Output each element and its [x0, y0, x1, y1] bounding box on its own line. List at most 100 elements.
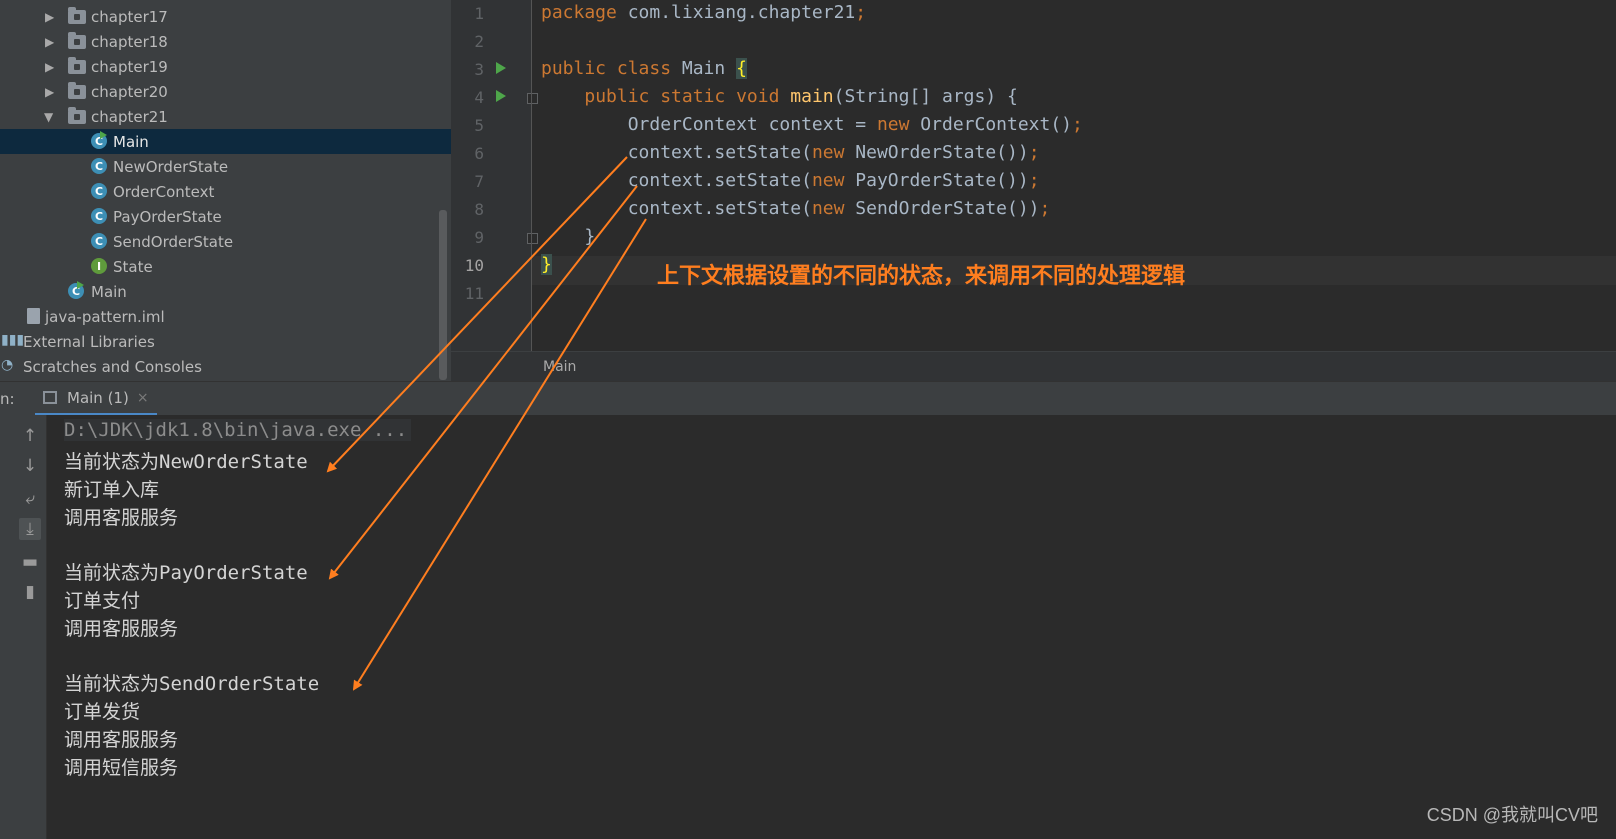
- method-name: main: [790, 86, 834, 107]
- library-icon: ▮▮▮: [1, 332, 25, 348]
- scratches-icon: ◔: [1, 357, 14, 373]
- matched-brace: {: [736, 58, 747, 79]
- console-line: 调用短信服务: [64, 757, 179, 779]
- fold-icon[interactable]: [527, 233, 538, 244]
- keyword: new: [811, 142, 845, 163]
- line-number: 1: [474, 4, 484, 23]
- console-line: 当前状态为PayOrderState: [64, 562, 308, 584]
- soft-wrap-icon[interactable]: ⤶: [19, 488, 41, 510]
- folder-icon: [68, 107, 86, 124]
- expand-arrow-icon[interactable]: ▶: [45, 85, 54, 99]
- tree-scrollbar[interactable]: [439, 210, 447, 380]
- tree-item-label: External Libraries: [23, 332, 155, 351]
- class-run-icon: C: [91, 131, 107, 149]
- tree-class-main-selected[interactable]: C Main: [0, 129, 451, 154]
- line-number: 8: [474, 200, 484, 219]
- folder-icon: [68, 57, 86, 74]
- run-class-icon[interactable]: [496, 62, 506, 74]
- collapse-arrow-icon[interactable]: ▼: [44, 110, 53, 124]
- console-line: 调用客服服务: [64, 729, 179, 751]
- code-line-3: public class Main {: [541, 58, 747, 79]
- console-line: 订单发货: [64, 701, 141, 723]
- run-toolbar-strip: [0, 415, 14, 839]
- tree-item-label: PayOrderState: [113, 207, 222, 226]
- tree-item-label: chapter21: [91, 107, 168, 126]
- semicolon: ;: [855, 2, 867, 23]
- tree-item-label: chapter20: [91, 82, 168, 101]
- tree-class-main[interactable]: C Main: [0, 279, 451, 304]
- trash-icon[interactable]: ▮: [19, 581, 41, 603]
- line-number: 6: [474, 144, 484, 163]
- keyword: public class: [541, 58, 672, 79]
- expand-arrow-icon[interactable]: ▶: [45, 10, 54, 24]
- tree-item-label: Scratches and Consoles: [23, 357, 202, 376]
- code-editor[interactable]: 1 2 3 4 5 6 7 8 9 10 11 package com.lixi…: [451, 0, 1616, 351]
- tree-item-label: OrderContext: [113, 182, 215, 201]
- tree-folder-chapter17[interactable]: ▶ chapter17: [0, 4, 451, 29]
- tree-folder-chapter19[interactable]: ▶ chapter19: [0, 54, 451, 79]
- code-text: PayOrderState()): [844, 170, 1029, 191]
- gutter-divider: [531, 0, 532, 351]
- module-file-icon: [27, 308, 40, 324]
- tree-class-neworderstate[interactable]: C NewOrderState: [0, 154, 451, 179]
- tree-scratches-consoles[interactable]: ◔ Scratches and Consoles: [0, 354, 451, 379]
- expand-arrow-icon[interactable]: ▶: [45, 35, 54, 49]
- code-line-5: OrderContext context = new OrderContext(…: [541, 114, 1083, 135]
- expand-arrow-icon[interactable]: ▶: [45, 60, 54, 74]
- fold-icon[interactable]: [527, 93, 538, 104]
- tree-external-libraries[interactable]: ▮▮▮ External Libraries: [0, 329, 451, 354]
- console-line: 调用客服服务: [64, 618, 179, 640]
- code-text: (String[] args) {: [833, 86, 1018, 107]
- line-number: 2: [474, 32, 484, 51]
- tree-class-sendorderstate[interactable]: C SendOrderState: [0, 229, 451, 254]
- class-icon: C: [91, 183, 107, 199]
- code-text: context.setState(: [541, 142, 812, 163]
- tree-class-ordercontext[interactable]: C OrderContext: [0, 179, 451, 204]
- tree-class-payorderstate[interactable]: C PayOrderState: [0, 204, 451, 229]
- line-number: 9: [474, 228, 484, 247]
- semicolon: ;: [1028, 170, 1040, 191]
- breadcrumb-item[interactable]: Main: [543, 359, 576, 375]
- scroll-to-end-icon[interactable]: ⤓: [19, 518, 41, 540]
- tree-folder-chapter20[interactable]: ▶ chapter20: [0, 79, 451, 104]
- console-line: 订单支付: [64, 590, 141, 612]
- tree-folder-chapter21[interactable]: ▼ chapter21: [0, 104, 451, 129]
- line-number-current: 10: [464, 256, 484, 275]
- console-line: 新订单入库: [64, 479, 160, 501]
- code-line-8: context.setState(new SendOrderState());: [541, 198, 1051, 219]
- keyword: new: [811, 198, 845, 219]
- line-number: 7: [474, 172, 484, 191]
- project-tree-panel: ▶ chapter17 ▶ chapter18 ▶ chapter19 ▶ ch…: [0, 0, 451, 381]
- folder-icon: [68, 82, 86, 99]
- console-line: 调用客服服务: [64, 507, 179, 529]
- tree-folder-chapter18[interactable]: ▶ chapter18: [0, 29, 451, 54]
- code-text: context.setState(: [541, 170, 812, 191]
- print-icon[interactable]: ▬: [19, 551, 41, 573]
- class-icon: C: [91, 158, 107, 174]
- line-number: 3: [474, 60, 484, 79]
- code-text: OrderContext(): [909, 114, 1073, 135]
- keyword: new: [876, 114, 910, 135]
- interface-icon: I: [91, 258, 107, 274]
- line-number: 11: [464, 284, 484, 303]
- tab-run-main[interactable]: Main (1) ×: [35, 382, 157, 416]
- run-tab-label: Main (1): [67, 388, 129, 407]
- tree-item-label: SendOrderState: [113, 232, 234, 251]
- code-text: com.lixiang.chapter21: [616, 2, 856, 23]
- run-main-icon[interactable]: [496, 90, 506, 102]
- tree-item-label: NewOrderState: [113, 157, 229, 176]
- arrow-up-icon[interactable]: ↑: [19, 425, 41, 447]
- code-line-6: context.setState(new NewOrderState());: [541, 142, 1040, 163]
- semicolon: ;: [1028, 142, 1040, 163]
- tree-item-label: chapter18: [91, 32, 168, 51]
- class-run-icon: C: [68, 281, 84, 299]
- run-prefix-label: n:: [0, 390, 15, 408]
- close-icon[interactable]: ×: [137, 390, 149, 406]
- tree-item-label: java-pattern.iml: [45, 307, 165, 326]
- tree-file-iml[interactable]: java-pattern.iml: [0, 304, 451, 329]
- console-output[interactable]: D:\JDK\jdk1.8\bin\java.exe ... 当前状态为NewO…: [47, 415, 1616, 839]
- matched-brace: }: [541, 254, 552, 275]
- arrow-down-icon[interactable]: ↓: [19, 455, 41, 477]
- tree-interface-state[interactable]: I State: [0, 254, 451, 279]
